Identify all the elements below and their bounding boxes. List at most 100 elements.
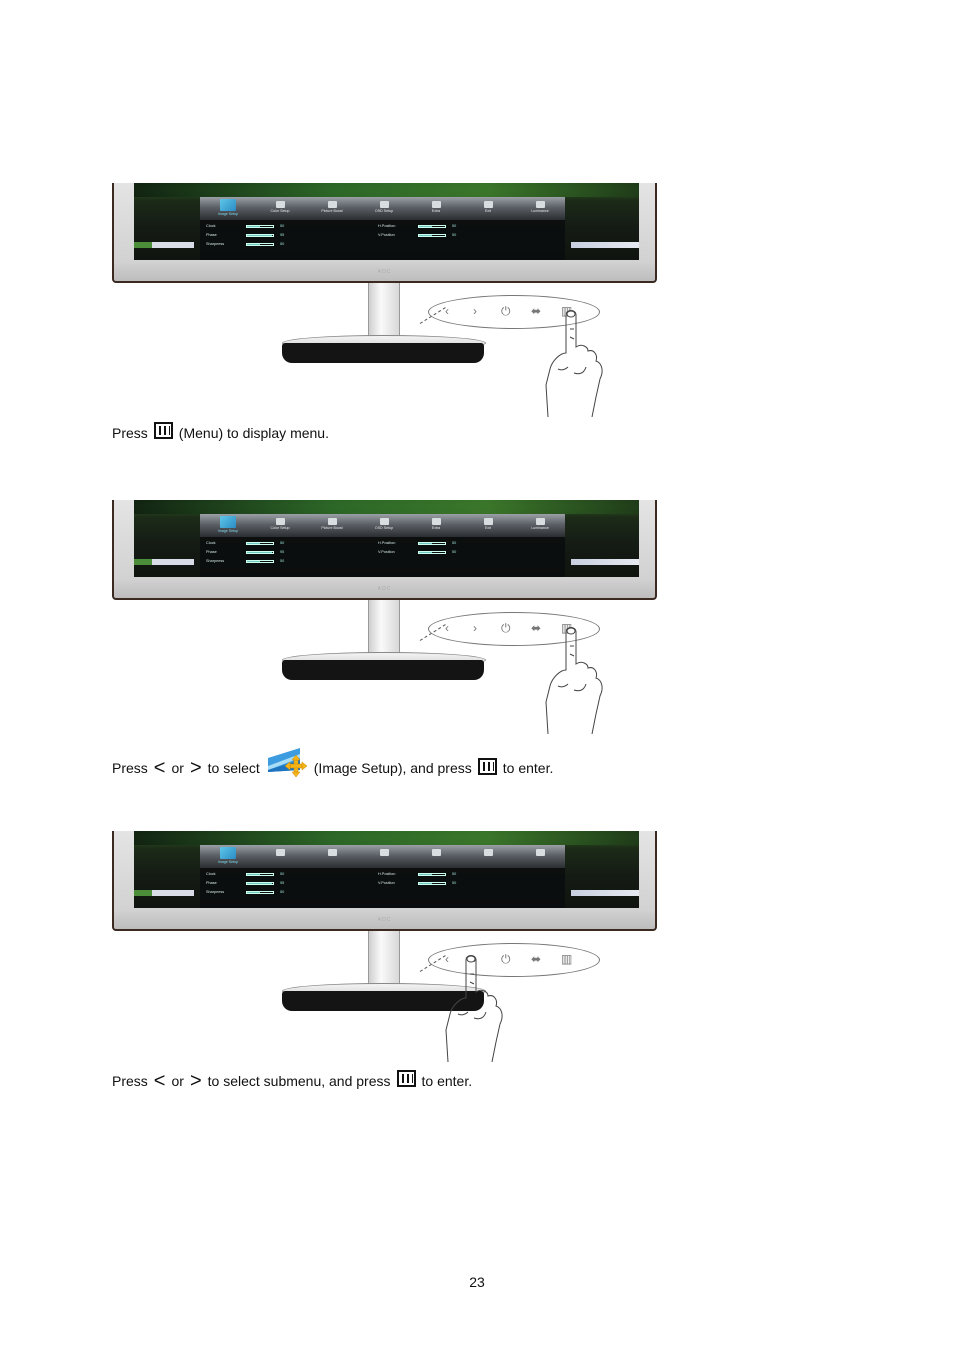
osd-tab-color-setup[interactable] xyxy=(254,847,306,857)
setting-label: Sharpness xyxy=(206,890,225,894)
monitor-screen: Image Setup Color Setup Picture Boost OSD S… xyxy=(134,500,639,577)
taskbar-left xyxy=(134,890,194,896)
monitor-screen: Image Setup Clock 50 Phase 95 Sharpness 50 H.Po… xyxy=(134,831,639,908)
osd-tab-bar: Image Setup Color Setup Picture Boost OSD S… xyxy=(200,197,565,220)
osd-tab-exit[interactable] xyxy=(462,847,514,857)
setting-slider[interactable] xyxy=(246,243,274,246)
osd-tab-osd-setup[interactable]: OSD Setup xyxy=(358,199,410,213)
setting-slider[interactable] xyxy=(246,542,274,545)
setting-value: 95 xyxy=(280,881,285,885)
osd-tab-luminance[interactable] xyxy=(514,847,566,857)
setting-slider[interactable] xyxy=(418,225,446,228)
osd-tab-exit[interactable]: Exit xyxy=(462,516,514,530)
osd-tab-color-setup[interactable]: Color Setup xyxy=(254,199,306,213)
right-arrow-icon: > xyxy=(189,757,202,779)
luminance-icon xyxy=(535,849,545,856)
color-setup-icon xyxy=(275,201,285,208)
source-auto-icon[interactable]: ⬌ xyxy=(531,952,541,966)
setting-value: 50 xyxy=(280,872,285,876)
caption-select-submenu: Press < or > to select submenu, and pres… xyxy=(112,1069,472,1092)
osd-tab-extra[interactable]: Extra xyxy=(410,516,462,530)
setting-value: 50 xyxy=(452,550,457,554)
menu-icon[interactable]: ▥ xyxy=(561,952,572,966)
osd-tab-extra[interactable] xyxy=(410,847,462,857)
setting-slider[interactable] xyxy=(418,234,446,237)
taskbar-right xyxy=(571,890,639,896)
left-arrow-icon: < xyxy=(153,757,166,779)
setting-slider[interactable] xyxy=(246,551,274,554)
osd-tab-label: Image Setup xyxy=(217,860,239,864)
monitor-screen: Image Setup Color Setup Picture Boost OSD S… xyxy=(134,183,639,260)
right-arrow-icon[interactable]: › xyxy=(473,621,477,635)
osd-body: Clock 50 Phase 95 Sharpness 50 H.Position 50 V.P… xyxy=(200,537,565,577)
stand-base xyxy=(282,343,484,363)
picture-boost-icon xyxy=(327,849,337,856)
osd-tab-picture-boost[interactable] xyxy=(306,847,358,857)
right-arrow-icon: > xyxy=(189,1069,202,1092)
osd-tab-color-setup[interactable]: Color Setup xyxy=(254,516,306,530)
osd-tab-label: Image Setup xyxy=(217,212,239,216)
osd-menu: Image Setup Clock 50 Phase 95 Sharpness 50 H.Po… xyxy=(200,845,565,908)
taskbar-left xyxy=(134,242,194,248)
taskbar-left xyxy=(134,559,194,565)
setting-slider[interactable] xyxy=(418,551,446,554)
osd-tab-image-setup[interactable]: Image Setup xyxy=(202,516,254,533)
setting-label: Clock xyxy=(206,224,216,228)
setting-label: Phase xyxy=(206,550,217,554)
hand-pointer-icon xyxy=(540,307,610,417)
setting-slider[interactable] xyxy=(246,225,274,228)
osd-setup-icon xyxy=(379,518,389,525)
setting-value: 50 xyxy=(452,224,457,228)
setting-slider[interactable] xyxy=(246,873,274,876)
brand-logo: AOC xyxy=(377,269,392,275)
power-icon[interactable]: ⏻ xyxy=(501,621,511,635)
caption-text: to select submenu, and press xyxy=(207,1072,391,1089)
setting-slider[interactable] xyxy=(246,560,274,563)
right-arrow-icon[interactable]: › xyxy=(473,304,477,318)
slider-fill xyxy=(419,552,432,553)
osd-menu: Image Setup Color Setup Picture Boost OSD S… xyxy=(200,197,565,260)
slider-fill xyxy=(419,543,432,544)
slider-fill xyxy=(419,235,432,236)
setting-slider[interactable] xyxy=(418,882,446,885)
caption-text: Press xyxy=(112,1072,148,1089)
hand-pointer-icon xyxy=(540,624,610,734)
picture-boost-icon xyxy=(327,518,337,525)
osd-tab-luminance[interactable]: Luminance xyxy=(514,199,566,213)
setting-slider[interactable] xyxy=(418,873,446,876)
caption-text: (Menu) to display menu. xyxy=(178,424,329,441)
slider-fill xyxy=(247,235,272,236)
extra-icon xyxy=(431,849,441,856)
monitor-bezel: Image Setup Clock 50 Phase 95 Sharpness 50 H.Po… xyxy=(112,831,657,931)
power-icon[interactable]: ⏻ xyxy=(501,304,511,318)
setting-slider[interactable] xyxy=(246,882,274,885)
setting-value: 50 xyxy=(452,872,457,876)
setting-label: H.Position xyxy=(378,224,396,228)
osd-tab-osd-setup[interactable]: OSD Setup xyxy=(358,516,410,530)
osd-tab-picture-boost[interactable]: Picture Boost xyxy=(306,199,358,213)
osd-tab-picture-boost[interactable]: Picture Boost xyxy=(306,516,358,530)
osd-tab-extra[interactable]: Extra xyxy=(410,199,462,213)
caption-text: Press xyxy=(112,760,148,776)
setting-value: 50 xyxy=(280,559,285,563)
left-arrow-icon[interactable]: ‹ xyxy=(445,621,449,635)
osd-body: Clock 50 Phase 95 Sharpness 50 H.Position 50 V.P… xyxy=(200,868,565,908)
setting-slider[interactable] xyxy=(246,234,274,237)
osd-tab-exit[interactable]: Exit xyxy=(462,199,514,213)
setting-slider[interactable] xyxy=(246,891,274,894)
osd-tab-image-setup[interactable]: Image Setup xyxy=(202,847,254,864)
setting-label: H.Position xyxy=(378,541,396,545)
left-arrow-icon[interactable]: ‹ xyxy=(445,304,449,318)
slider-fill xyxy=(419,883,432,884)
osd-tab-luminance[interactable]: Luminance xyxy=(514,516,566,530)
osd-tab-label: Picture Boost xyxy=(321,209,343,213)
setting-label: Phase xyxy=(206,881,217,885)
setting-slider[interactable] xyxy=(418,542,446,545)
setting-label: Clock xyxy=(206,872,216,876)
luminance-icon xyxy=(535,201,545,208)
figure-monitor-select-submenu: Image Setup Clock 50 Phase 95 Sharpness 50 H.Po… xyxy=(110,831,660,1069)
osd-tab-image-setup[interactable]: Image Setup xyxy=(202,199,254,216)
osd-tab-osd-setup[interactable] xyxy=(358,847,410,857)
osd-tab-label: Exit xyxy=(485,209,491,213)
osd-tab-label: Picture Boost xyxy=(321,526,343,530)
